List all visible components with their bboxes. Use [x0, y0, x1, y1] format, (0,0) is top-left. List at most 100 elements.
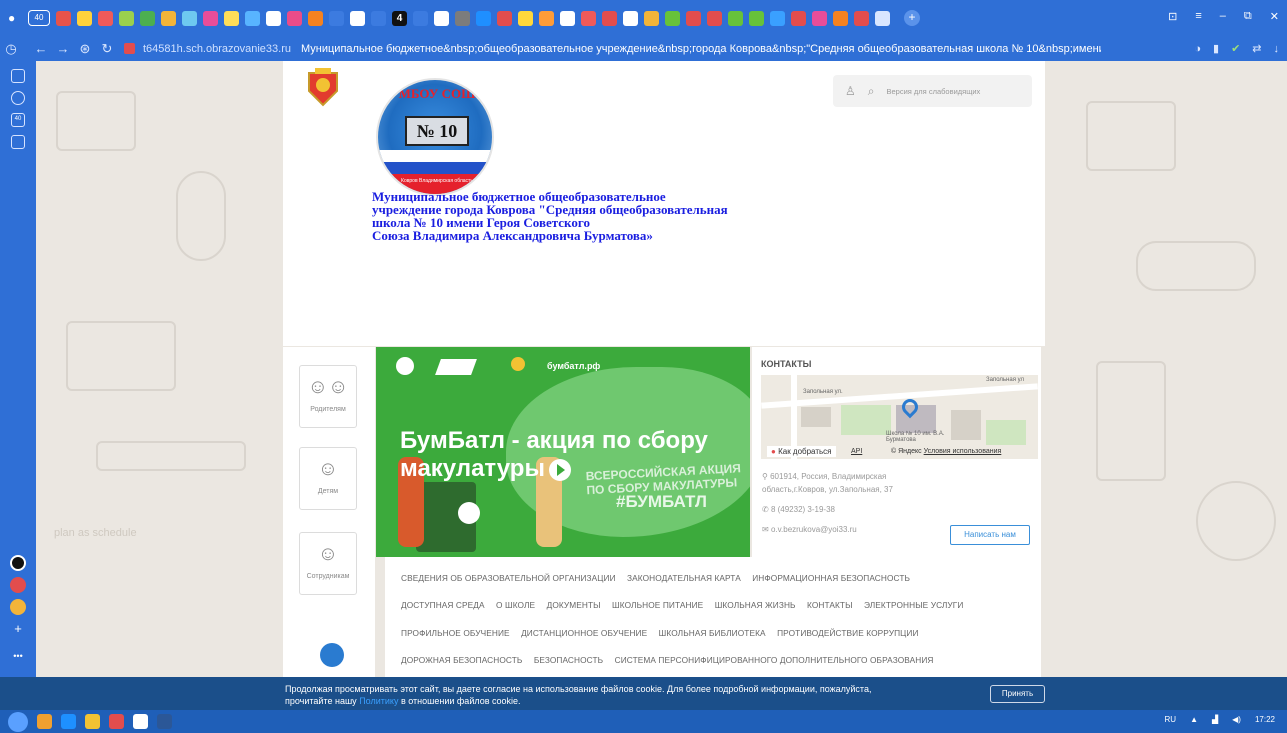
shield-check-icon[interactable]: ✔	[1231, 42, 1240, 55]
menu-item[interactable]: СВЕДЕНИЯ ОБ ОБРАЗОВАТЕЛЬНОЙ ОРГАНИЗАЦИИ	[401, 573, 616, 583]
tray-arrow-icon[interactable]: ▲	[1190, 715, 1198, 724]
extension-icon[interactable]: ◑	[1194, 43, 1201, 55]
start-button-icon[interactable]	[8, 711, 28, 732]
sidebar-play-icon[interactable]	[11, 91, 25, 105]
search-icon[interactable]: ⌕	[868, 84, 875, 99]
tab-favicon[interactable]	[665, 10, 680, 26]
taskbar-app-icon[interactable]	[157, 714, 172, 729]
map-widget[interactable]: Запольная ул. Запольная ул Школа № 10 им…	[761, 375, 1038, 459]
tab-favicon[interactable]	[707, 10, 722, 26]
menu-item[interactable]: ЗАКОНОДАТЕЛЬНАЯ КАРТА	[627, 573, 741, 583]
tab-favicon[interactable]	[98, 10, 113, 26]
news-banner[interactable]: бумбатл.рф ВСЕРОССИЙСКАЯ АКЦИЯ ПО СБОРУ …	[376, 347, 750, 557]
tab-favicon[interactable]	[140, 10, 155, 26]
tab-favicon[interactable]	[497, 10, 512, 26]
taskbar-app-icon[interactable]	[61, 714, 76, 729]
menu-item[interactable]: БЕЗОПАСНОСТЬ	[534, 655, 603, 665]
menu-item[interactable]: ДИСТАНЦИОННОЕ ОБУЧЕНИЕ	[521, 628, 647, 638]
tab-favicon[interactable]	[728, 10, 743, 26]
sidebar-mail-icon[interactable]	[10, 599, 26, 615]
restore-icon[interactable]: ⧉	[1244, 10, 1252, 23]
tab-favicon[interactable]	[602, 10, 617, 26]
translate-icon[interactable]: ⇄	[1252, 42, 1261, 55]
banner-headline[interactable]: БумБатл - акция по сбору макулатуры	[400, 427, 730, 483]
menu-item[interactable]: ДОКУМЕНТЫ	[547, 600, 601, 610]
sidebar-more-icon[interactable]: •••	[0, 651, 36, 661]
menu-item[interactable]: СИСТЕМА ПЕРСОНИФИЦИРОВАННОГО ДОПОЛНИТЕЛЬ…	[615, 655, 934, 665]
minimize-icon[interactable]: –	[1220, 10, 1226, 23]
tab-favicon[interactable]	[434, 10, 449, 26]
tab-favicon[interactable]	[560, 10, 575, 26]
menu-item[interactable]: ДОСТУПНАЯ СРЕДА	[401, 600, 485, 610]
tab-favicon[interactable]	[56, 10, 71, 26]
tab-favicon[interactable]	[329, 10, 344, 26]
tab-favicon[interactable]	[308, 10, 323, 26]
sidebar-circle-icon[interactable]	[10, 555, 26, 571]
tab-favicon[interactable]	[203, 10, 218, 26]
tab-favicon[interactable]	[644, 10, 659, 26]
menu-item[interactable]: ПРОТИВОДЕЙСТВИЕ КОРРУПЦИИ	[777, 628, 918, 638]
map-api-link[interactable]: API	[851, 448, 862, 455]
play-icon[interactable]	[548, 458, 571, 481]
profile-icon[interactable]: ●	[8, 11, 20, 25]
tab-favicon[interactable]	[686, 10, 701, 26]
tab-favicon[interactable]	[224, 10, 239, 26]
menu-item[interactable]: ШКОЛЬНОЕ ПИТАНИЕ	[612, 600, 703, 610]
role-children-button[interactable]: ☺ Детям	[299, 447, 357, 510]
protect-icon[interactable]: ⊛	[74, 41, 96, 57]
tab-favicon[interactable]	[287, 10, 302, 26]
map-terms-link[interactable]: Условия использования	[924, 448, 1002, 455]
menu-item[interactable]: ПРОФИЛЬНОЕ ОБУЧЕНИЕ	[401, 628, 510, 638]
sidebar-notes-icon[interactable]	[11, 69, 25, 83]
tab-favicon[interactable]	[875, 10, 890, 26]
role-staff-button[interactable]: ☺ Сотрудникам	[299, 532, 357, 595]
window-menu-icon[interactable]: ⊡	[1168, 10, 1177, 23]
tab-favicon[interactable]	[119, 10, 134, 26]
menu-item[interactable]: ИНФОРМАЦИОННАЯ БЕЗОПАСНОСТЬ	[752, 573, 910, 583]
volume-icon[interactable]: ◀)	[1232, 715, 1241, 724]
tab-favicon[interactable]	[854, 10, 869, 26]
user-icon[interactable]: ♙	[845, 84, 856, 98]
phone-number[interactable]: 8 (49232) 3-19-38	[771, 505, 835, 514]
tab-favicon[interactable]	[413, 10, 428, 26]
download-icon[interactable]: ↓	[1274, 43, 1280, 55]
tab-favicon[interactable]	[749, 10, 764, 26]
map-directions-button[interactable]: ● Как добраться	[767, 446, 836, 457]
bookmark-icon[interactable]: ▮	[1213, 42, 1219, 55]
taskbar-app-icon[interactable]	[85, 714, 100, 729]
role-parents-button[interactable]: ☺☺ Родителям	[299, 365, 357, 428]
tab-label-4[interactable]: 4	[392, 10, 407, 26]
sidebar-screens-icon[interactable]	[11, 135, 25, 149]
email[interactable]: ✉ o.v.bezrukova@yoi33.ru	[762, 525, 857, 534]
menu-item[interactable]: КОНТАКТЫ	[807, 600, 853, 610]
back-icon[interactable]: ←	[30, 41, 52, 56]
tab-favicon[interactable]	[518, 10, 533, 26]
tab-counter-button[interactable]: 40	[28, 10, 50, 26]
tab-favicon[interactable]	[350, 10, 365, 26]
tab-favicon[interactable]	[161, 10, 176, 26]
tab-favicon[interactable]	[182, 10, 197, 26]
tab-favicon[interactable]	[581, 10, 596, 26]
write-us-button[interactable]: Написать нам	[950, 525, 1030, 545]
tab-favicon[interactable]	[539, 10, 554, 26]
tab-favicon[interactable]	[266, 10, 281, 26]
menu-item[interactable]: ДОРОЖНАЯ БЕЗОПАСНОСТЬ	[401, 655, 522, 665]
url-host[interactable]: t64581h.sch.obrazovanie33.ru	[143, 43, 291, 55]
menu-item[interactable]: ШКОЛЬНАЯ ЖИЗНЬ	[715, 600, 796, 610]
language-indicator[interactable]: RU	[1165, 715, 1177, 724]
forward-icon[interactable]: →	[52, 41, 74, 56]
tab-favicon[interactable]	[455, 10, 470, 26]
page-title-text[interactable]: Муниципальное бюджетное&nbsp;общеобразов…	[301, 43, 1101, 55]
tab-favicon[interactable]	[245, 10, 260, 26]
tab-favicon[interactable]	[791, 10, 806, 26]
cookie-policy-link[interactable]: Политику	[359, 696, 398, 706]
taskbar-app-icon[interactable]	[109, 714, 124, 729]
tab-favicon[interactable]	[770, 10, 785, 26]
accessibility-widget-icon[interactable]	[320, 643, 344, 667]
tab-favicon[interactable]	[812, 10, 827, 26]
new-tab-icon[interactable]: +	[904, 10, 920, 26]
accessibility-link[interactable]: Версия для слабовидящих	[887, 87, 981, 96]
tab-favicon[interactable]	[623, 10, 638, 26]
reload-icon[interactable]: ↻	[96, 41, 118, 57]
menu-item[interactable]: ЭЛЕКТРОННЫЕ УСЛУГИ	[864, 600, 964, 610]
